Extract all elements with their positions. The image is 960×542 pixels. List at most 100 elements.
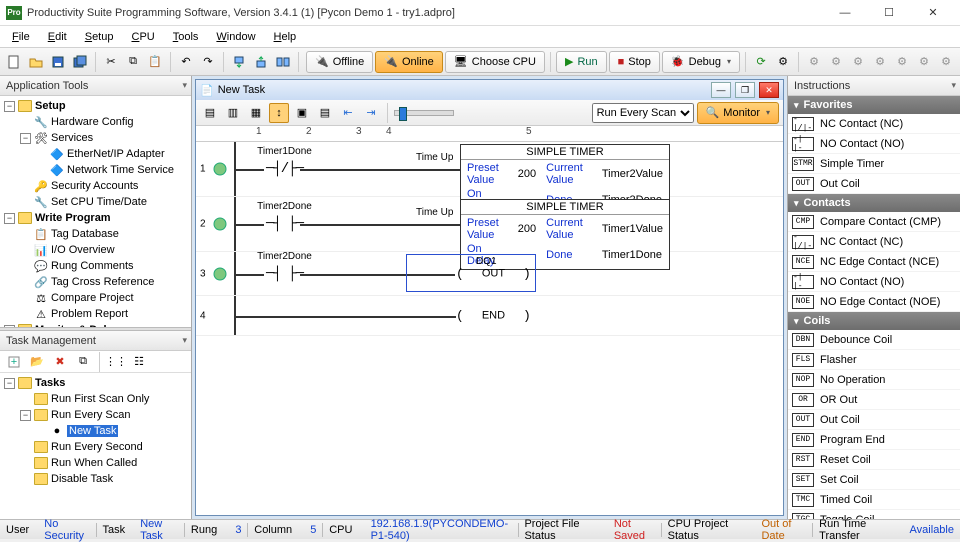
instruction-item[interactable]: FLSFlasher: [788, 350, 960, 370]
tree-services[interactable]: −🛠Services: [2, 130, 191, 146]
new-icon[interactable]: [4, 52, 24, 72]
doc-minimize-button[interactable]: —: [711, 82, 731, 98]
rung-1[interactable]: 1 Timer1Done ─┤/├─ Time Up SIMPLE TIMER …: [196, 142, 783, 197]
application-tools-header[interactable]: Application Tools▾: [0, 76, 191, 96]
scan-mode-select[interactable]: Run Every Scan: [592, 103, 694, 123]
instruction-item[interactable]: OUTOut Coil: [788, 174, 960, 194]
instruction-item[interactable]: NOPNo Operation: [788, 370, 960, 390]
tree-write-program[interactable]: −Write Program: [2, 210, 191, 226]
doc-restore-button[interactable]: ❐: [735, 82, 755, 98]
doc-tb-6-icon[interactable]: ▤: [315, 103, 335, 123]
instruction-item[interactable]: -|/|-NC Contact (NC): [788, 232, 960, 252]
open-task-icon[interactable]: 📂: [27, 352, 47, 372]
task-run-first-scan[interactable]: Run First Scan Only: [2, 391, 191, 407]
tree-hardware-config[interactable]: 🔧Hardware Config: [2, 114, 191, 130]
tool2-icon[interactable]: ⚙: [826, 52, 846, 72]
stop-button[interactable]: ■Stop: [609, 51, 660, 73]
tool4-icon[interactable]: ⚙: [870, 52, 890, 72]
instruction-item[interactable]: STMRSimple Timer: [788, 154, 960, 174]
zoom-slider[interactable]: [394, 110, 454, 116]
instruction-item[interactable]: CMPCompare Contact (CMP): [788, 212, 960, 232]
instructions-header[interactable]: Instructions▾: [788, 76, 960, 96]
end-coil[interactable]: (END): [456, 308, 531, 323]
tree-network-time[interactable]: 🔷Network Time Service: [2, 162, 191, 178]
tree-rung-comments[interactable]: 💬Rung Comments: [2, 258, 191, 274]
task-new-task[interactable]: ●New Task: [2, 423, 191, 439]
delete-task-icon[interactable]: ✖: [50, 352, 70, 372]
refresh-icon[interactable]: ⟳: [751, 52, 771, 72]
task-more-icon[interactable]: ☷: [129, 352, 149, 372]
undo-icon[interactable]: ↶: [176, 52, 196, 72]
tree-tag-xref[interactable]: 🔗Tag Cross Reference: [2, 274, 191, 290]
cat-favorites[interactable]: ▾Favorites: [788, 96, 960, 114]
choose-cpu-button[interactable]: 🖥Choose CPU: [445, 51, 545, 73]
new-task-icon[interactable]: +: [4, 352, 24, 372]
menu-cpu[interactable]: CPU: [123, 29, 162, 45]
task-props-icon[interactable]: ⋮⋮: [106, 352, 126, 372]
contact-timer2done-no[interactable]: Timer2Done ─┤ ├─: [266, 216, 303, 232]
instruction-item[interactable]: NOENO Edge Contact (NOE): [788, 292, 960, 312]
instruction-item[interactable]: ENDProgram End: [788, 430, 960, 450]
run-button[interactable]: ▶Run: [556, 51, 607, 73]
contact-timer2done-no-r3[interactable]: Timer2Done ─┤ ├─: [266, 266, 303, 282]
minimize-button[interactable]: —: [824, 2, 866, 24]
task-run-every-second[interactable]: Run Every Second: [2, 439, 191, 455]
tool7-icon[interactable]: ⚙: [936, 52, 956, 72]
menu-help[interactable]: Help: [266, 29, 305, 45]
debug-button[interactable]: 🐞Debug: [662, 51, 740, 73]
tool1-icon[interactable]: ⚙: [804, 52, 824, 72]
doc-tb-1-icon[interactable]: ▤: [200, 103, 220, 123]
instruction-item[interactable]: -|/|-NC Contact (NC): [788, 114, 960, 134]
save-icon[interactable]: [48, 52, 68, 72]
cat-contacts[interactable]: ▾Contacts: [788, 194, 960, 212]
instruction-item[interactable]: -| |-NO Contact (NO): [788, 272, 960, 292]
open-icon[interactable]: [26, 52, 46, 72]
tree-ethernet-ip[interactable]: 🔷EtherNet/IP Adapter: [2, 146, 191, 162]
tree-tasks[interactable]: −Tasks: [2, 375, 191, 391]
transfer-down-icon[interactable]: [229, 52, 249, 72]
maximize-button[interactable]: ☐: [868, 2, 910, 24]
instruction-item[interactable]: DBNDebounce Coil: [788, 330, 960, 350]
task-run-every-scan[interactable]: −Run Every Scan: [2, 407, 191, 423]
tool5-icon[interactable]: ⚙: [892, 52, 912, 72]
save-all-icon[interactable]: [70, 52, 90, 72]
tree-io-overview[interactable]: 📊I/O Overview: [2, 242, 191, 258]
contact-timer1done-nc[interactable]: Timer1Done ─┤/├─: [266, 161, 303, 177]
offline-button[interactable]: 🔌Offline: [306, 51, 373, 73]
doc-tb-5-icon[interactable]: ▣: [292, 103, 312, 123]
task-management-header[interactable]: Task Management▾: [0, 331, 191, 351]
compare-icon[interactable]: [273, 52, 293, 72]
tree-tag-database[interactable]: 📋Tag Database: [2, 226, 191, 242]
menu-setup[interactable]: Setup: [77, 29, 122, 45]
instruction-item[interactable]: RSTReset Coil: [788, 450, 960, 470]
doc-tb-2-icon[interactable]: ▥: [223, 103, 243, 123]
doc-close-button[interactable]: ✕: [759, 82, 779, 98]
instruction-item[interactable]: TMCTimed Coil: [788, 490, 960, 510]
redo-icon[interactable]: ↷: [198, 52, 218, 72]
tool3-icon[interactable]: ⚙: [848, 52, 868, 72]
doc-tb-3-icon[interactable]: ▦: [246, 103, 266, 123]
copy-task-icon[interactable]: ⧉: [73, 352, 93, 372]
instruction-item[interactable]: OUTOut Coil: [788, 410, 960, 430]
rung-2[interactable]: 2 Timer2Done ─┤ ├─ Time Up SIMPLE TIMER …: [196, 197, 783, 252]
tree-setup[interactable]: −Setup: [2, 98, 191, 114]
tree-security-accounts[interactable]: 🔑Security Accounts: [2, 178, 191, 194]
doc-tb-select-icon[interactable]: ↕: [269, 103, 289, 123]
out-coil[interactable]: (OUT): [456, 266, 531, 281]
online-button[interactable]: 🔌Online: [375, 51, 443, 73]
close-button[interactable]: ✕: [912, 2, 954, 24]
task-disable-task[interactable]: Disable Task: [2, 471, 191, 487]
doc-tb-left-icon[interactable]: ⇤: [338, 103, 358, 123]
menu-tools[interactable]: Tools: [165, 29, 207, 45]
tree-compare-project[interactable]: ⚖Compare Project: [2, 290, 191, 306]
instruction-item[interactable]: -| |-NO Contact (NO): [788, 134, 960, 154]
doc-tb-right-icon[interactable]: ⇥: [361, 103, 381, 123]
ladder-canvas[interactable]: 1 Timer1Done ─┤/├─ Time Up SIMPLE TIMER …: [196, 142, 783, 515]
rung-3[interactable]: 3 Timer2Done ─┤ ├─ DQ1 (OUT): [196, 252, 783, 296]
menu-file[interactable]: File: [4, 29, 38, 45]
transfer-up-icon[interactable]: [251, 52, 271, 72]
gear-icon[interactable]: ⚙: [773, 52, 793, 72]
instruction-item[interactable]: OROR Out: [788, 390, 960, 410]
cut-icon[interactable]: ✂: [101, 52, 121, 72]
doc-titlebar[interactable]: 📄 New Task — ❐ ✕: [196, 80, 783, 100]
